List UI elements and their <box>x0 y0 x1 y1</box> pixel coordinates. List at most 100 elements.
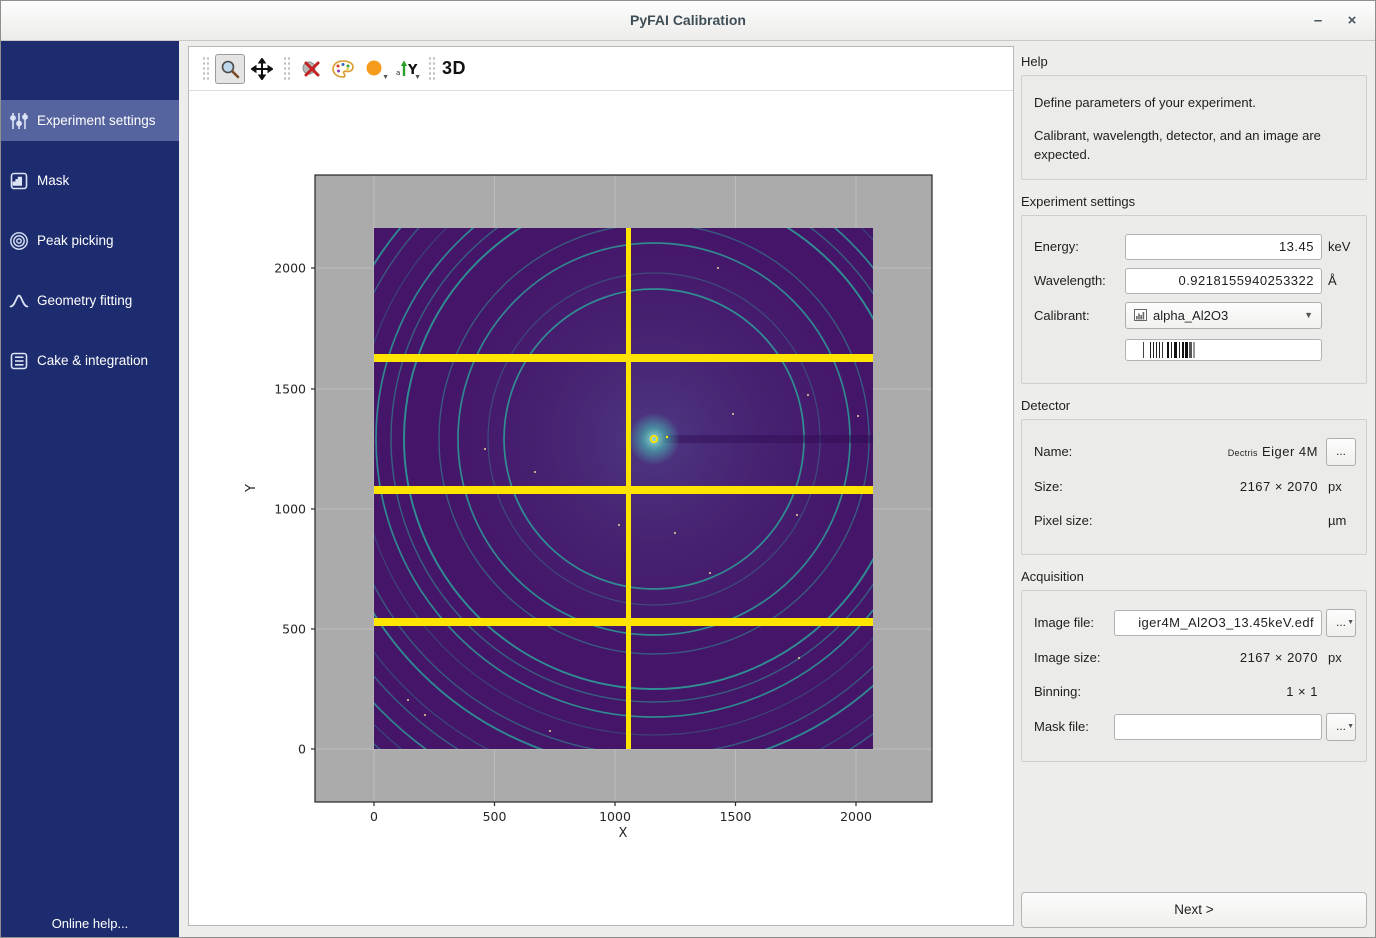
help-section-title: Help <box>1021 54 1367 69</box>
peak-curve-icon <box>9 291 29 311</box>
acquisition-section-title: Acquisition <box>1021 569 1367 584</box>
histogram-icon <box>1134 309 1147 321</box>
svg-text:2000: 2000 <box>840 809 872 824</box>
image-file-input[interactable]: iger4M_Al2O3_13.45keV.edf <box>1114 610 1322 636</box>
image-size-label: Image size: <box>1034 650 1125 665</box>
dropdown-arrow-icon: ▼ <box>1347 611 1354 635</box>
energy-unit: keV <box>1322 239 1356 254</box>
binning-value: 1 × 1 <box>1125 684 1322 699</box>
detector-size-value: 2167 × 2070 <box>1125 479 1322 494</box>
sidebar: Experiment settings Mask Peak picking Ge… <box>1 41 179 938</box>
dropdown-arrow-icon: ▼ <box>382 74 389 81</box>
detector-size-label: Size: <box>1034 479 1125 494</box>
diffraction-plot[interactable]: 0 500 1000 1500 2000 0 500 1000 1500 2000 X Y <box>189 91 1013 925</box>
calibrant-label: Calibrant: <box>1034 308 1125 323</box>
detector-section-title: Detector <box>1021 398 1367 413</box>
dropdown-arrow-icon: ▼ <box>414 74 421 81</box>
sidebar-item-peak-picking[interactable]: Peak picking <box>1 220 179 261</box>
y-axis-label: Y <box>244 484 259 493</box>
sidebar-item-label: Cake & integration <box>37 353 148 368</box>
energy-input[interactable]: 13.45 <box>1125 234 1322 260</box>
calibrant-value: alpha_Al2O3 <box>1153 308 1228 323</box>
svg-text:500: 500 <box>282 622 306 637</box>
wavelength-unit: Å <box>1322 273 1356 288</box>
energy-label: Energy: <box>1034 239 1125 254</box>
svg-text:2000: 2000 <box>274 261 306 276</box>
detector-more-button[interactable]: ... <box>1326 438 1356 466</box>
experiment-settings-title: Experiment settings <box>1021 194 1367 209</box>
online-help-link[interactable]: Online help... <box>1 916 179 931</box>
detector-size-unit: px <box>1322 479 1356 494</box>
svg-text:1000: 1000 <box>599 809 631 824</box>
pixel-size-unit: µm <box>1322 513 1356 528</box>
svg-text:1500: 1500 <box>720 809 752 824</box>
svg-text:1000: 1000 <box>274 502 306 517</box>
calibrant-select[interactable]: alpha_Al2O3 ▼ <box>1125 302 1322 329</box>
close-button[interactable]: × <box>1339 9 1365 33</box>
svg-text:500: 500 <box>483 809 507 824</box>
wavelength-label: Wavelength: <box>1034 273 1125 288</box>
mask-file-label: Mask file: <box>1034 719 1114 734</box>
sidebar-item-cake-integration[interactable]: Cake & integration <box>1 340 179 381</box>
minimize-button[interactable]: – <box>1305 9 1331 33</box>
palette-icon <box>331 58 355 80</box>
dropdown-arrow-icon: ▼ <box>1347 715 1354 739</box>
mask-icon <box>9 171 29 191</box>
svg-text:0: 0 <box>298 742 306 757</box>
sidebar-item-experiment-settings[interactable]: Experiment settings <box>1 100 179 141</box>
detector-name-label: Name: <box>1034 444 1125 459</box>
pan-arrows-icon <box>251 58 273 80</box>
next-button[interactable]: Next > <box>1021 892 1367 928</box>
detector-vendor: Dectris <box>1228 448 1258 458</box>
title-bar: PyFAI Calibration – × <box>1 1 1375 41</box>
svg-text:1500: 1500 <box>274 382 306 397</box>
marker-color-button[interactable]: ▼ <box>360 54 390 84</box>
svg-text:0: 0 <box>370 809 378 824</box>
sidebar-item-label: Mask <box>37 173 69 188</box>
calibrant-rings-preview <box>1125 339 1322 361</box>
sidebar-item-label: Geometry fitting <box>37 293 132 308</box>
x-axis-label: X <box>619 826 628 841</box>
image-file-label: Image file: <box>1034 615 1114 630</box>
image-size-value: 2167 × 2070 <box>1125 650 1322 665</box>
colormap-button[interactable] <box>328 54 358 84</box>
mask-file-input[interactable] <box>1114 714 1322 740</box>
toolbar-grip-icon[interactable] <box>283 56 290 82</box>
sidebar-item-mask[interactable]: Mask <box>1 160 179 201</box>
sidebar-item-label: Experiment settings <box>37 113 156 128</box>
plot-panel: ▼ a Y ▼ 3D <box>188 46 1014 926</box>
svg-text:a: a <box>396 69 400 77</box>
plot-toolbar: ▼ a Y ▼ 3D <box>189 47 1013 91</box>
help-text-line1: Define parameters of your experiment. <box>1034 94 1354 113</box>
detector-name-value: Dectris Eiger 4M <box>1125 444 1322 459</box>
detector-group: Name: Dectris Eiger 4M ... Size: 2167 × … <box>1021 419 1367 555</box>
pan-tool-button[interactable] <box>247 54 277 84</box>
help-text-line2: Calibrant, wavelength, detector, and an … <box>1034 127 1354 165</box>
chevron-down-icon: ▼ <box>1304 310 1313 320</box>
magnifier-icon <box>219 58 241 80</box>
wavelength-input[interactable]: 0.9218155940253322 <box>1125 268 1322 294</box>
binning-label: Binning: <box>1034 684 1125 699</box>
image-size-unit: px <box>1322 650 1356 665</box>
view-3d-button[interactable]: 3D <box>442 58 466 79</box>
zoom-tool-button[interactable] <box>215 54 245 84</box>
concentric-rings-icon <box>9 231 29 251</box>
help-box: Define parameters of your experiment. Ca… <box>1021 75 1367 180</box>
acquisition-group: Image file: iger4M_Al2O3_13.45keV.edf ..… <box>1021 590 1367 762</box>
sliders-icon <box>9 111 29 131</box>
reset-zoom-button[interactable] <box>296 54 326 84</box>
image-file-browse-button[interactable]: ...▼ <box>1326 609 1356 637</box>
experiment-settings-group: Energy: 13.45 keV Wavelength: 0.92181559… <box>1021 215 1367 384</box>
app-window: PyFAI Calibration – × Experiment setting… <box>0 0 1376 938</box>
mask-file-browse-button[interactable]: ...▼ <box>1326 713 1356 741</box>
window-title: PyFAI Calibration <box>1 12 1375 28</box>
pixel-size-label: Pixel size: <box>1034 513 1125 528</box>
y-axis-orientation-button[interactable]: a Y ▼ <box>392 54 422 84</box>
plot-canvas[interactable]: 0 500 1000 1500 2000 0 500 1000 1500 2000 X Y <box>189 91 1013 925</box>
toolbar-grip-icon[interactable] <box>428 56 435 82</box>
sidebar-item-geometry-fitting[interactable]: Geometry fitting <box>1 280 179 321</box>
settings-panel: Help Define parameters of your experimen… <box>1021 46 1367 926</box>
sidebar-item-label: Peak picking <box>37 233 114 248</box>
cake-lines-icon <box>9 351 29 371</box>
toolbar-grip-icon[interactable] <box>202 56 209 82</box>
